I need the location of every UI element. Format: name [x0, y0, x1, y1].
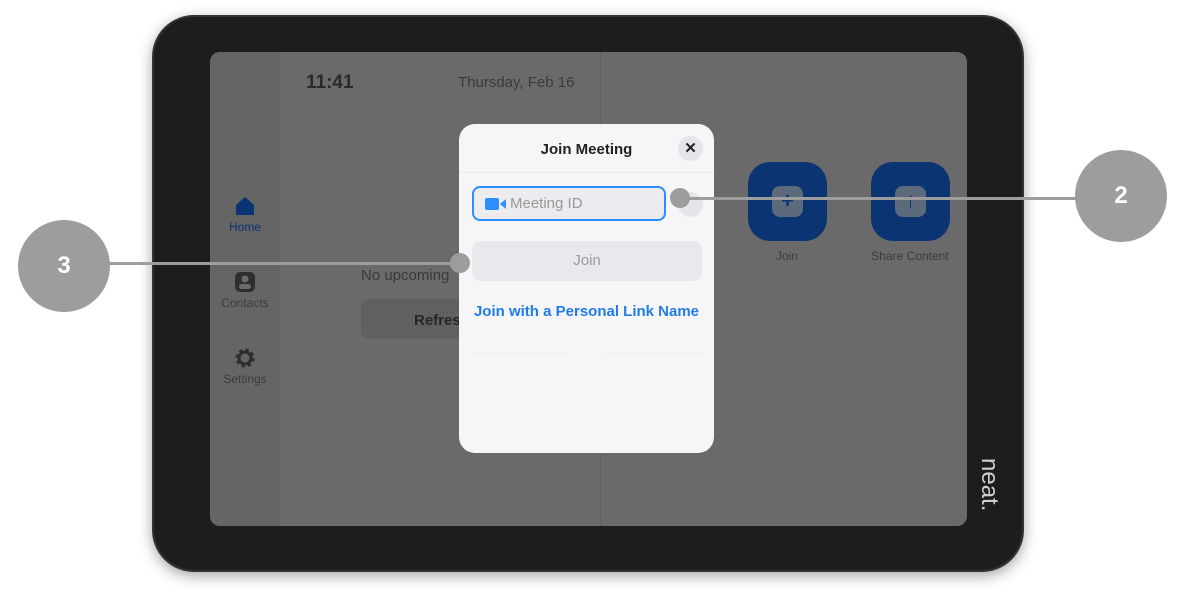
home-icon	[236, 197, 254, 215]
join-meeting-dialog: Join Meeting ✕ Meeting ID Join Join with…	[459, 124, 714, 453]
callout-line-2	[678, 197, 1088, 200]
arrow-up-icon: ↑	[895, 186, 926, 217]
dialog-title: Join Meeting	[540, 141, 633, 158]
contact-icon	[235, 272, 255, 292]
callout-dot-2	[670, 188, 690, 208]
header-divider	[459, 172, 714, 173]
callout-badge-2: 2	[1075, 150, 1167, 242]
callout-badge-3: 3	[18, 220, 110, 312]
personal-link-name-link[interactable]: Join with a Personal Link Name	[459, 303, 714, 320]
join-tile-label: Join	[775, 249, 798, 263]
join-tile[interactable]: +	[748, 162, 827, 241]
callout-dot-3	[450, 253, 470, 273]
callout-line-3	[100, 262, 460, 265]
divider	[604, 353, 704, 354]
clock: 11:41	[306, 72, 354, 93]
gear-icon	[235, 348, 255, 368]
no-meetings-text: No upcoming	[361, 267, 450, 284]
divider	[471, 353, 569, 354]
sidebar-item-home[interactable]: Home	[210, 195, 280, 234]
share-content-tile[interactable]: ↑	[871, 162, 950, 241]
join-button[interactable]: Join	[472, 241, 702, 281]
sidebar-item-settings[interactable]: Settings	[210, 347, 280, 386]
share-content-label: Share Content	[871, 249, 949, 263]
plus-icon: +	[772, 186, 803, 217]
video-camera-icon	[485, 198, 506, 210]
close-button[interactable]: ✕	[678, 136, 703, 161]
date: Thursday, Feb 16	[458, 74, 575, 91]
sidebar: Home Contacts Settings	[210, 52, 280, 526]
neat-logo: neat.	[976, 458, 1003, 512]
meeting-id-placeholder: Meeting ID	[510, 195, 583, 212]
sidebar-item-contacts[interactable]: Contacts	[210, 271, 280, 310]
meeting-id-input[interactable]: Meeting ID	[472, 186, 666, 221]
